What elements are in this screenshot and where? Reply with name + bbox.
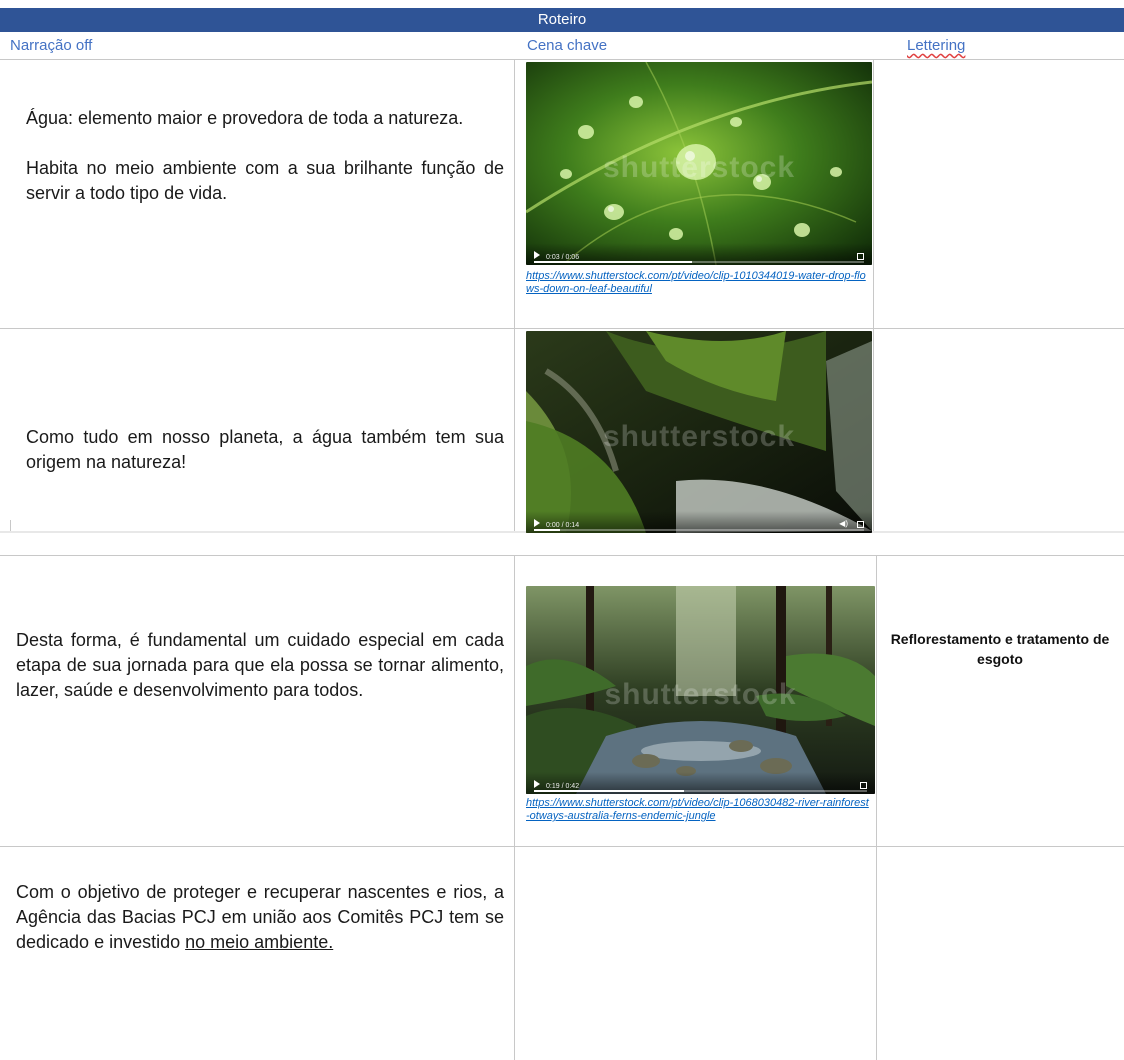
progress-bar[interactable] (534, 790, 867, 792)
table-rule (0, 555, 1124, 556)
video-time: 0:19 / 0:42 (546, 783, 580, 790)
watermark: shutterstock (604, 677, 797, 711)
column-header-lettering: Lettering (907, 37, 966, 54)
row-1-narration-para-1: Água: elemento maior e provedora de toda… (26, 108, 464, 128)
row-1-narration: Água: elemento maior e provedora de toda… (26, 106, 504, 206)
video-time: 0:00 / 0:14 (546, 522, 580, 529)
fullscreen-icon[interactable] (857, 253, 864, 260)
volume-icon[interactable]: ◀) (839, 519, 848, 528)
table-rule (0, 59, 1124, 60)
table-rule (0, 328, 1124, 329)
video-thumbnail-moss-rock[interactable]: shutterstock 0:00 / 0:14 ◀) (526, 331, 872, 533)
column-header-narration: Narração off (10, 37, 93, 54)
video-controls: 0:00 / 0:14 ◀) (526, 511, 872, 533)
video-link[interactable]: https://www.shutterstock.com/pt/video/cl… (526, 797, 872, 823)
video-thumbnail-rainforest-river[interactable]: shutterstock 0:19 / 0:42 (526, 586, 875, 794)
table-rule (873, 59, 874, 533)
row-1-narration-para-2: Habita no meio ambiente com a sua brilha… (26, 158, 504, 203)
lettering-text: Reflorestamento e tratamento de esgoto (890, 631, 1110, 667)
play-icon[interactable] (534, 251, 540, 259)
column-header-scene: Cena chave (527, 37, 608, 54)
watermark: shutterstock (602, 419, 796, 453)
row-4-narration-underlined: no meio ambiente. (185, 932, 334, 952)
video-controls: 0:03 / 0:06 (526, 243, 872, 265)
play-icon[interactable] (534, 519, 540, 527)
video-controls: 0:19 / 0:42 (526, 772, 875, 794)
table-rule (876, 555, 877, 1060)
play-icon[interactable] (534, 780, 540, 788)
video-thumbnail-water-drop[interactable]: shutterstock 0:03 / 0:06 (526, 62, 872, 265)
row-4-narration: Com o objetivo de proteger e recuperar n… (16, 880, 504, 955)
fullscreen-icon[interactable] (857, 521, 864, 528)
page-break (0, 533, 1124, 553)
watermark: shutterstock (602, 151, 796, 185)
table-title: Roteiro (0, 8, 1124, 32)
row-2-narration: Como tudo em nosso planeta, a água també… (26, 427, 504, 472)
video-link[interactable]: https://www.shutterstock.com/pt/video/cl… (526, 270, 872, 296)
table-rule (0, 846, 1124, 847)
row-3-narration: Desta forma, é fundamental um cuidado es… (16, 630, 504, 700)
progress-bar[interactable] (534, 261, 864, 263)
video-time: 0:03 / 0:06 (546, 254, 580, 261)
progress-bar[interactable] (534, 529, 864, 531)
table-rule (514, 59, 515, 533)
table-rule (514, 555, 515, 1060)
fullscreen-icon[interactable] (860, 782, 867, 789)
